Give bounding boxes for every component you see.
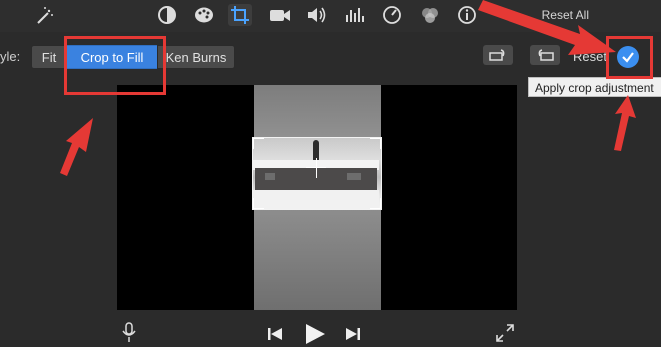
ken-burns-option[interactable]: Ken Burns [157,45,235,69]
camera-icon[interactable] [268,4,292,26]
reset-button[interactable]: Reset [573,49,607,64]
style-label: yle: [0,49,21,64]
equalizer-icon[interactable] [342,4,366,26]
microphone-icon[interactable] [122,322,136,344]
house-window [265,173,275,180]
ground-snow [253,190,379,209]
crop-handle-bottom-left[interactable] [253,198,264,209]
person-figure [313,140,319,160]
palette-icon[interactable] [192,4,216,26]
crop-handle-top-right[interactable] [370,138,381,149]
crop-rectangle[interactable] [252,137,382,210]
crop-center-marker [306,167,326,168]
annotation-highlight-box [64,36,166,95]
crop-icon[interactable] [228,4,252,26]
skip-back-icon[interactable] [267,326,283,342]
crop-handle-bottom-right[interactable] [370,198,381,209]
annotation-arrow [60,118,93,176]
rotate-clockwise-button[interactable] [530,45,560,65]
speed-icon[interactable] [380,4,404,26]
fit-option[interactable]: Fit [31,45,67,69]
adjustments-toolbar: Reset All [0,0,661,32]
magic-wand-icon[interactable] [32,4,56,26]
house-window [347,173,361,180]
fullscreen-icon[interactable] [496,324,514,342]
crop-center-marker [316,158,317,178]
video-viewer [117,85,517,310]
color-balance-icon[interactable] [155,4,179,26]
annotation-arrow [614,95,636,151]
info-icon[interactable] [455,4,479,26]
filter-icon[interactable] [418,4,442,26]
rotate-counterclockwise-button[interactable] [483,45,513,65]
play-icon[interactable] [304,323,326,345]
skip-forward-icon[interactable] [345,326,361,342]
crop-handle-top-left[interactable] [253,138,264,149]
annotation-highlight-box [606,36,653,79]
reset-all-button[interactable]: Reset All [542,8,589,22]
apply-crop-tooltip: Apply crop adjustment [528,77,661,97]
volume-icon[interactable] [305,4,329,26]
playback-controls [0,318,661,347]
